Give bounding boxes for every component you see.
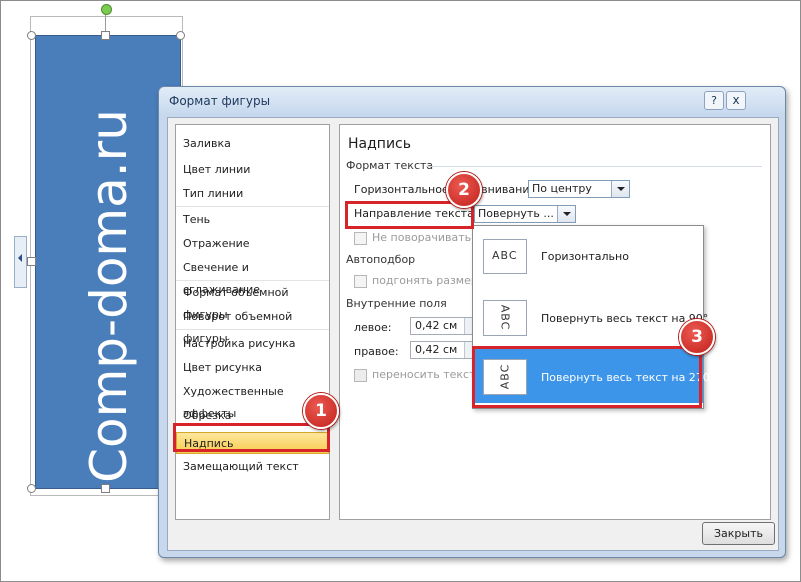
h-align-value: По центру bbox=[532, 182, 592, 195]
option-rotate-90[interactable]: ABC Повернуть весь текст на 90° bbox=[473, 290, 708, 344]
right-margin-label: правое: bbox=[354, 345, 399, 358]
nav-divider bbox=[176, 329, 329, 330]
section-autofit: Автоподбор bbox=[346, 253, 416, 266]
left-margin-value: 0,42 см bbox=[415, 319, 458, 332]
icon-text: ABC bbox=[498, 304, 512, 331]
nav-item-reflection[interactable]: Отражение bbox=[176, 233, 329, 255]
shape-text: Comp-doma.ru bbox=[80, 109, 138, 483]
resize-handle-tr[interactable] bbox=[176, 31, 185, 40]
callout-frame-1 bbox=[173, 423, 330, 452]
nav-item-3d-rotation[interactable]: Поворот объемной фигуры bbox=[176, 306, 329, 345]
no-rotate-checkbox[interactable] bbox=[354, 232, 367, 245]
direction-select[interactable]: Повернуть ... bbox=[474, 205, 576, 223]
close-icon[interactable]: x bbox=[726, 91, 746, 110]
option-label: Повернуть весь текст на 90° bbox=[541, 312, 709, 325]
left-margin-spinner[interactable]: 0,42 см bbox=[410, 317, 478, 335]
resize-handle-top[interactable] bbox=[101, 31, 110, 40]
callout-badge-2: 2 bbox=[446, 172, 482, 208]
wrap-text-checkbox[interactable] bbox=[354, 369, 367, 382]
nav-item-fill[interactable]: Заливка bbox=[176, 133, 329, 155]
rotate-90-icon: ABC bbox=[483, 300, 527, 336]
nav-item-3d-format[interactable]: Формат объемной фигуры bbox=[176, 282, 329, 321]
direction-value: Повернуть ... bbox=[478, 207, 554, 220]
right-margin-value: 0,42 см bbox=[415, 343, 458, 356]
section-divider bbox=[426, 166, 762, 167]
section-text-format: Формат текста bbox=[346, 159, 434, 172]
section-margins: Внутренние поля bbox=[346, 297, 447, 310]
panel-title: Надпись bbox=[348, 136, 411, 152]
rotation-handle[interactable] bbox=[101, 4, 112, 15]
callout-badge-1: 1 bbox=[303, 393, 339, 429]
rotation-line bbox=[105, 14, 106, 32]
resize-handle-left[interactable] bbox=[27, 257, 36, 266]
right-margin-spinner[interactable]: 0,42 см bbox=[410, 341, 478, 359]
nav-item-picture-corrections[interactable]: Настройка рисунка bbox=[176, 333, 329, 355]
nav-item-alt-text[interactable]: Замещающий текст bbox=[176, 456, 329, 478]
icon-text: ABC bbox=[492, 249, 518, 262]
nav-item-glow[interactable]: Свечение и сглаживание bbox=[176, 257, 329, 296]
nav-item-picture-color[interactable]: Цвет рисунка bbox=[176, 357, 329, 379]
help-button[interactable]: ? bbox=[704, 91, 724, 110]
nav-item-line-color[interactable]: Цвет линии bbox=[176, 159, 329, 181]
option-label: Горизонтально bbox=[541, 250, 629, 263]
resize-handle-tl[interactable] bbox=[27, 31, 36, 40]
chevron-down-icon[interactable] bbox=[611, 181, 629, 197]
callout-frame-3 bbox=[472, 346, 702, 408]
dialog-titlebar[interactable]: Формат фигуры ? x bbox=[159, 87, 785, 115]
chevron-left-icon bbox=[18, 254, 22, 262]
horizontal-text-icon: ABC bbox=[483, 239, 527, 274]
nav-item-shadow[interactable]: Тень bbox=[176, 209, 329, 231]
resize-handle-bottom[interactable] bbox=[101, 484, 110, 493]
chevron-down-icon[interactable] bbox=[557, 206, 575, 222]
callout-badge-3: 3 bbox=[679, 319, 715, 355]
autofit-checkbox[interactable] bbox=[354, 275, 367, 288]
nav-item-line-style[interactable]: Тип линии bbox=[176, 183, 329, 205]
side-panel-tab[interactable] bbox=[14, 236, 27, 288]
dialog-title: Формат фигуры bbox=[169, 94, 271, 108]
nav-divider bbox=[176, 206, 329, 207]
nav-divider bbox=[176, 280, 329, 281]
option-horizontal[interactable]: ABC Горизонтально bbox=[473, 229, 703, 283]
left-margin-label: левое: bbox=[354, 321, 392, 334]
category-list: Заливка Цвет линии Тип линии Тень Отраже… bbox=[175, 124, 330, 520]
resize-handle-bl[interactable] bbox=[27, 484, 36, 493]
h-align-select[interactable]: По центру bbox=[528, 180, 630, 198]
close-button[interactable]: Закрыть bbox=[702, 522, 775, 545]
